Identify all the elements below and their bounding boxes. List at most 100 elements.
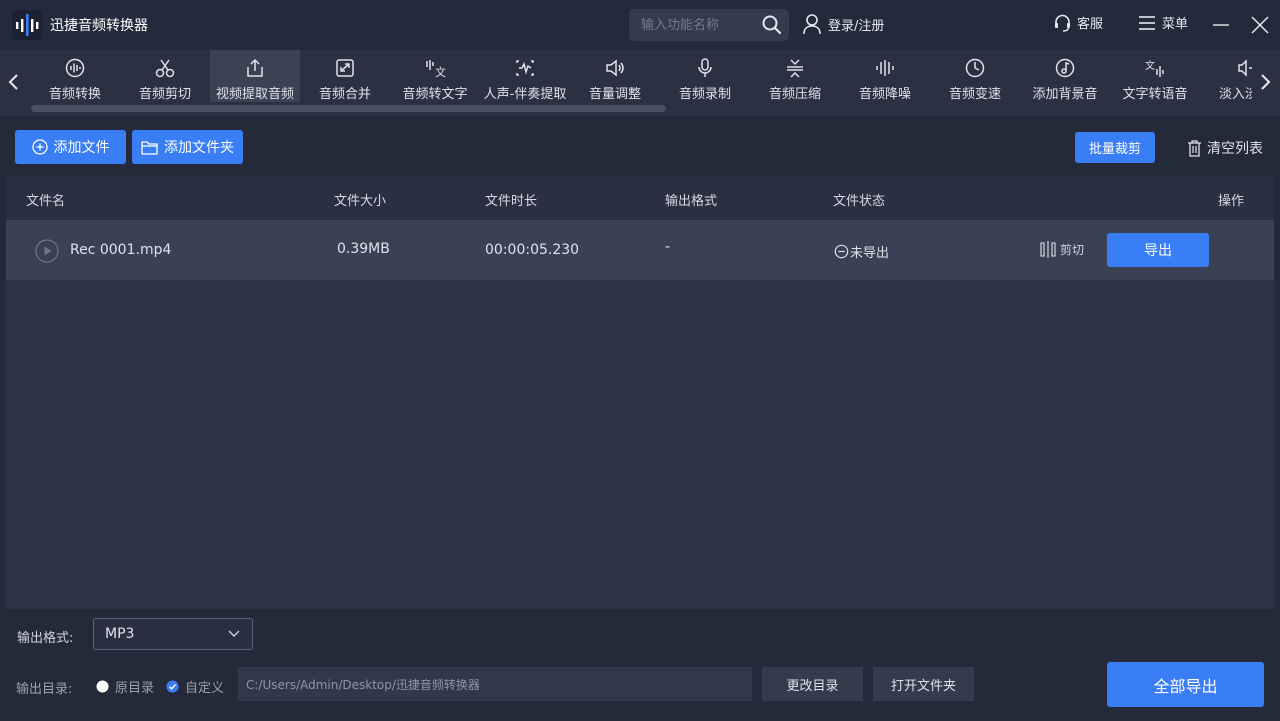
open-folder-button[interactable]: 打开文件夹 [873,667,974,701]
output-path-field [238,667,752,701]
tool-volume-adjust[interactable]: 音量调整 [570,50,660,102]
scissors-icon [154,58,176,78]
microphone-icon [694,58,716,78]
user-icon [802,13,822,35]
tool-label: 音频变速 [948,87,1001,102]
menu-button[interactable]: 菜单 [1138,13,1188,32]
bottom-panel: 输出格式: MP3 输出目录: 原目录 自定义 更改目录 打开文件夹 全部导出 [0,609,1280,721]
tool-label: 文字转语音 [1122,87,1188,102]
tool-audio-convert[interactable]: 音频转换 [30,50,120,102]
batch-cut-button[interactable]: 批量裁剪 [1075,132,1155,163]
login-register-label: 登录/注册 [828,18,885,34]
cut-button[interactable]: 剪切 [1040,241,1084,258]
radio-original-dir[interactable]: 原目录 [96,677,154,696]
tool-label: 视频提取音频 [215,87,294,102]
output-format-label: 输出格式: [17,631,74,646]
tool-label: 音频转换 [48,87,101,102]
tool-audio-denoise[interactable]: 音频降噪 [840,50,930,102]
headset-icon [1054,14,1071,32]
login-register-button[interactable]: 登录/注册 [802,13,884,35]
tool-audio-speed[interactable]: 音频变速 [930,50,1020,102]
app-title: 迅捷音频转换器 [50,18,148,34]
tools-list-viewport: 音频转换 音频剪切 视频提取音频 音频合并 文 音频转文字 人声-伴奏提取 音量… [30,50,1252,102]
tool-audio-to-text[interactable]: 文 音频转文字 [390,50,480,102]
customer-service-button[interactable]: 客服 [1054,13,1103,32]
output-format-value: MP3 [105,626,135,642]
svg-text:文: 文 [435,65,446,78]
volume-icon [604,58,626,78]
app-logo-icon [12,10,42,40]
tool-label: 音频合并 [318,87,371,102]
clear-list-label: 清空列表 [1207,141,1263,157]
tool-label: 音频降噪 [858,87,911,102]
tool-label: 音频剪切 [138,87,191,102]
chevron-left-icon[interactable] [7,72,21,92]
tool-add-background-music[interactable]: 添加背景音 [1020,50,1110,102]
folder-icon [141,140,164,155]
tool-text-to-speech[interactable]: 文 文字转语音 [1110,50,1200,102]
radio-custom-label: 自定义 [185,681,225,696]
cut-icon [1040,241,1056,258]
output-format-select[interactable]: MP3 [93,618,253,650]
tool-label: 音频压缩 [768,87,821,102]
close-icon[interactable] [1250,15,1270,35]
plus-circle-icon [31,139,54,155]
tool-vocal-extract[interactable]: 人声-伴奏提取 [480,50,570,102]
table-header: 文件名 文件大小 文件时长 输出格式 文件状态 操作 [6,176,1274,220]
hamburger-menu-icon [1138,15,1156,31]
tool-fade-in-out[interactable]: 淡入淡出 [1200,50,1252,102]
tool-label: 人声-伴奏提取 [483,87,567,102]
change-dir-button[interactable]: 更改目录 [762,667,863,701]
output-path-input[interactable] [238,667,752,701]
vocal-extract-icon [514,58,536,78]
clear-list-button[interactable]: 清空列表 [1187,138,1263,158]
menu-label: 菜单 [1162,17,1189,32]
merge-icon [334,58,356,78]
upload-box-icon [244,58,266,78]
cut-label: 剪切 [1060,243,1085,257]
status-text: 未导出 [850,246,890,261]
output-dir-label: 输出目录: [16,682,73,697]
add-folder-label: 添加文件夹 [164,140,234,156]
tools-list: 音频转换 音频剪切 视频提取音频 音频合并 文 音频转文字 人声-伴奏提取 音量… [30,50,1252,102]
tools-scrollbar[interactable] [31,105,666,112]
music-note-icon [1054,58,1076,78]
header-output-format: 输出格式 [665,194,718,209]
export-button[interactable]: 导出 [1107,233,1209,267]
feature-search-input[interactable] [641,9,753,41]
tool-label: 音量调整 [588,87,641,102]
search-icon[interactable] [761,14,783,36]
tool-audio-record[interactable]: 音频录制 [660,50,750,102]
status-badge: 未导出 [834,242,889,261]
customer-service-label: 客服 [1077,17,1104,32]
header-file-name: 文件名 [26,194,66,209]
title-bar: 迅捷音频转换器 登录/注册 客服 菜单 [0,0,1280,50]
tool-audio-cut[interactable]: 音频剪切 [120,50,210,102]
play-icon[interactable] [35,239,59,263]
file-table: 文件名 文件大小 文件时长 输出格式 文件状态 操作 Rec 0001.mp4 … [6,176,1274,609]
chevron-right-icon[interactable] [1258,72,1272,92]
minus-circle-icon [834,244,850,259]
radio-checked-icon [166,680,179,693]
compress-icon [784,58,806,78]
file-duration: 00:00:05.230 [485,242,580,258]
trash-icon [1187,139,1202,157]
tool-audio-merge[interactable]: 音频合并 [300,50,390,102]
header-file-duration: 文件时长 [485,194,538,209]
tool-label: 音频录制 [678,87,731,102]
output-format: - [665,239,671,255]
text-to-speech-icon: 文 [1144,58,1166,78]
minimize-icon[interactable] [1211,15,1231,35]
tool-label: 音频转文字 [402,87,468,102]
export-all-button[interactable]: 全部导出 [1107,662,1264,707]
table-row: Rec 0001.mp4 0.39MB 00:00:05.230 - 未导出 剪… [6,220,1274,280]
add-file-button[interactable]: 添加文件 [15,130,126,164]
tool-video-extract-audio[interactable]: 视频提取音频 [210,50,300,102]
radio-custom-dir[interactable]: 自定义 [166,677,224,696]
add-folder-button[interactable]: 添加文件夹 [132,130,243,164]
denoise-icon [874,58,896,78]
header-operations: 操作 [1218,194,1245,209]
tool-audio-compress[interactable]: 音频压缩 [750,50,840,102]
radio-original-label: 原目录 [115,681,155,696]
file-name: Rec 0001.mp4 [70,242,172,258]
